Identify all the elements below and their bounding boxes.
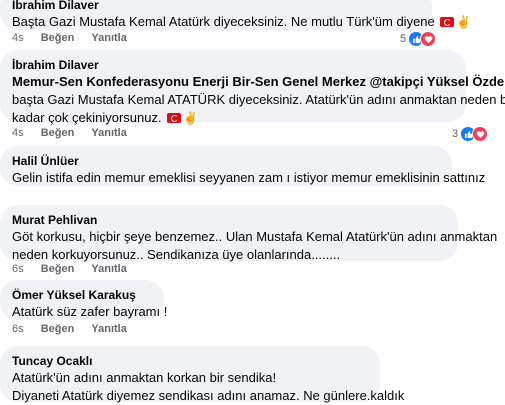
comment-line: kadar çok çekiniyorsunuz. <box>12 110 162 125</box>
comment-author[interactable]: Tuncay Ocaklı <box>12 354 368 369</box>
comment-text: Göt korkusu, hiçbir şeye benzemez.. Ulan… <box>12 228 498 264</box>
comment-time[interactable]: 4s <box>12 127 24 139</box>
comment-actions: 6s Beğen Yanıtla <box>12 263 141 275</box>
like-button[interactable]: Beğen <box>41 263 75 275</box>
comment-text: Gelin istifa edin memur emeklisi seyyane… <box>12 169 486 187</box>
like-button[interactable]: Beğen <box>41 323 75 335</box>
reaction-summary[interactable]: 3 <box>452 126 489 142</box>
reply-button[interactable]: Yanıtla <box>91 323 126 335</box>
comment-author[interactable]: İbrahim Dilaver <box>12 0 420 13</box>
reaction-count: 3 <box>452 128 459 140</box>
comment-author[interactable]: Halil Ünlüer <box>12 154 440 169</box>
turkey-flag-icon <box>167 113 182 123</box>
comment-mention-line[interactable]: Memur-Sen Konfederasyonu Enerji Bir-Sen … <box>12 73 505 91</box>
comment-bubble: İbrahim Dilaver Başta Gazi Mustafa Kemal… <box>0 0 471 31</box>
comment-bubble: Tuncay Ocaklı Atatürk'ün adını anmaktan … <box>0 346 405 405</box>
love-reaction-icon <box>420 31 437 47</box>
comment-bubble: Ömer Yüksel Karakuş Atatürk süz zafer ba… <box>0 280 168 321</box>
reply-button[interactable]: Yanıtla <box>91 127 126 139</box>
comment-line: Başta Gazi Mustafa Kemal Atatürk diyecek… <box>12 14 435 29</box>
love-reaction-icon <box>472 126 489 142</box>
comment-actions: 4s Beğen Yanıtla <box>12 127 141 139</box>
comment-line: Diyaneti Atatürk diyemez sendikası adını… <box>12 388 405 403</box>
comment-author[interactable]: İbrahim Dilaver <box>12 58 454 73</box>
comment-line: Atatürk'ün adını anmaktan korkan bir sen… <box>12 370 277 385</box>
victory-hand-icon: ✌ <box>183 111 199 125</box>
comment-actions: 4s Beğen Yanıtla <box>12 32 141 44</box>
reply-button[interactable]: Yanıtla <box>91 32 126 44</box>
comment-bubble: İbrahim Dilaver Memur-Sen Konfederasyonu… <box>0 50 505 125</box>
comment-line: Gelin istifa edin memur emeklisi seyyane… <box>12 170 486 185</box>
comment-author[interactable]: Murat Pehlivan <box>12 213 446 228</box>
comment-bubble: Halil Ünlüer Gelin istifa edin memur eme… <box>0 146 486 187</box>
like-button[interactable]: Beğen <box>41 127 75 139</box>
turkey-flag-icon <box>440 17 455 27</box>
comment-actions: 6s Beğen Yanıtla <box>12 323 141 335</box>
victory-hand-icon: ✌ <box>456 15 472 29</box>
comment-author[interactable]: Ömer Yüksel Karakuş <box>12 288 152 303</box>
comment-text: Atatürk süz zafer bayramı ! <box>12 303 168 321</box>
comment-text: Başta Gazi Mustafa Kemal Atatürk diyecek… <box>12 13 471 31</box>
reaction-count: 5 <box>400 33 407 45</box>
comment-time[interactable]: 6s <box>12 323 24 335</box>
like-button[interactable]: Beğen <box>41 32 75 44</box>
comment-text: Memur-Sen Konfederasyonu Enerji Bir-Sen … <box>12 73 505 127</box>
reply-button[interactable]: Yanıtla <box>91 263 126 275</box>
comment-line: Göt korkusu, hiçbir şeye benzemez.. Ulan… <box>12 229 498 244</box>
reaction-summary[interactable]: 5 <box>400 31 437 47</box>
comment-line: neden korkuyorsunuz.. Sendikanıza üye ol… <box>12 247 341 262</box>
comment-time[interactable]: 4s <box>12 32 24 44</box>
comment-text: Atatürk'ün adını anmaktan korkan bir sen… <box>12 369 405 405</box>
comment-line: başta Gazi Mustafa Kemal ATATÜRK diyecek… <box>12 92 505 107</box>
comment-time[interactable]: 6s <box>12 263 24 275</box>
comment-line: Atatürk süz zafer bayramı ! <box>12 304 168 319</box>
comment-bubble: Murat Pehlivan Göt korkusu, hiçbir şeye … <box>0 205 498 264</box>
